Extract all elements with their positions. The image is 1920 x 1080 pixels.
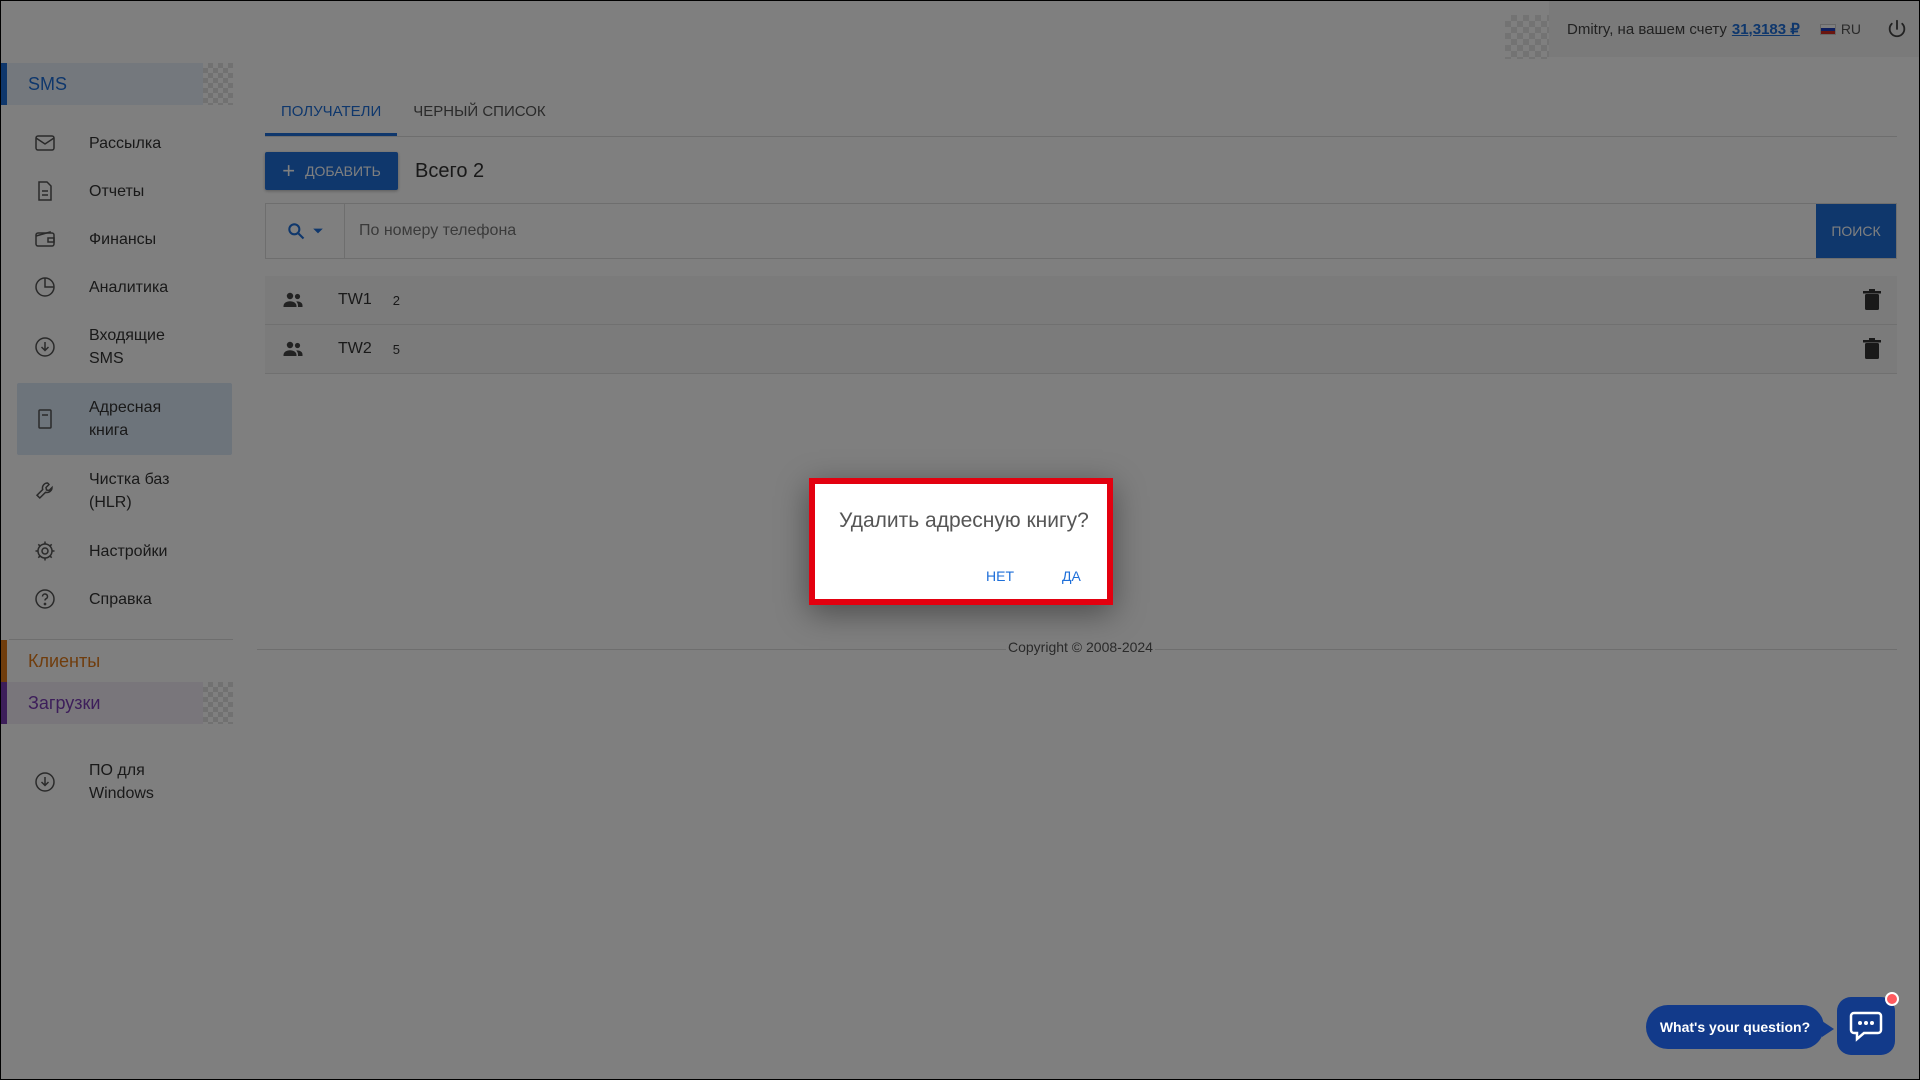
chat-button[interactable] bbox=[1837, 997, 1895, 1055]
chat-icon bbox=[1849, 1011, 1883, 1042]
chat-prompt-bubble[interactable]: What's your question? bbox=[1646, 1005, 1834, 1049]
notification-dot bbox=[1885, 992, 1899, 1006]
confirm-delete-dialog: Удалить адресную книгу? НЕТ ДА bbox=[809, 478, 1113, 605]
dialog-title: Удалить адресную книгу? bbox=[839, 509, 1089, 532]
cancel-button[interactable]: НЕТ bbox=[986, 568, 1014, 584]
app-window: Dmitry, на вашем счету 31,3183 ₽ RU SMS … bbox=[0, 0, 1920, 1080]
confirm-button[interactable]: ДА bbox=[1062, 568, 1081, 584]
